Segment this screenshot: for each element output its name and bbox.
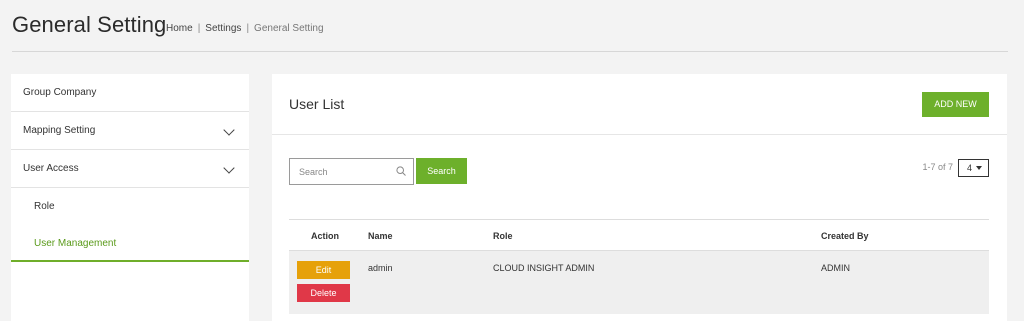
chevron-down-icon: [223, 162, 235, 174]
page-size-value: 4: [967, 163, 973, 173]
page-title: General Setting: [12, 12, 167, 37]
column-header-action: Action: [311, 231, 339, 241]
user-table: Action Name Role Created By Edit Delete …: [289, 219, 989, 314]
sidebar-item-mapping-setting[interactable]: Mapping Setting: [11, 112, 249, 150]
column-header-role: Role: [493, 231, 513, 241]
search-button[interactable]: Search: [416, 158, 467, 184]
column-header-created-by: Created By: [821, 231, 869, 241]
chevron-down-icon: [223, 124, 235, 136]
breadcrumb-settings[interactable]: Settings: [205, 23, 241, 34]
table-row: Edit Delete admin CLOUD INSIGHT ADMIN AD…: [289, 251, 989, 314]
cell-created-by: ADMIN: [821, 263, 850, 273]
page-header: General Setting Home | Settings | General Se…: [12, 0, 1008, 52]
add-new-button[interactable]: ADD NEW: [922, 92, 989, 117]
breadcrumb-separator: |: [197, 23, 201, 34]
sidebar-item-label: Mapping Setting: [23, 125, 96, 136]
cell-name: admin: [368, 263, 393, 273]
page-size-select[interactable]: 4: [958, 159, 989, 177]
caret-down-icon: [976, 166, 982, 170]
breadcrumb-current: General Setting: [254, 23, 324, 34]
sidebar-item-user-access[interactable]: User Access: [11, 150, 249, 188]
panel-title: User List: [289, 96, 345, 112]
breadcrumb-separator: |: [246, 23, 250, 34]
sidebar-item-label: User Access: [23, 163, 79, 174]
sidebar-item-label: Group Company: [23, 87, 97, 98]
panel-header: User List ADD NEW: [272, 74, 1007, 135]
user-list-panel: User List ADD NEW Search 1-7 of 7 4 Acti…: [272, 74, 1007, 321]
breadcrumb: Home | Settings | General Setting: [166, 23, 324, 34]
search-input[interactable]: [290, 159, 390, 184]
table-header: Action Name Role Created By: [289, 219, 989, 251]
sidebar-item-group-company[interactable]: Group Company: [11, 74, 249, 112]
edit-button[interactable]: Edit: [297, 261, 350, 279]
sidebar: Group Company Mapping Setting User Acces…: [11, 74, 249, 321]
delete-button[interactable]: Delete: [297, 284, 350, 302]
sidebar-subitem-user-management[interactable]: User Management: [11, 225, 249, 262]
sidebar-subitem-role[interactable]: Role: [11, 188, 249, 225]
search-icon: [396, 166, 406, 176]
column-header-name: Name: [368, 231, 393, 241]
breadcrumb-home[interactable]: Home: [166, 23, 193, 34]
pagination-summary: 1-7 of 7: [922, 162, 953, 172]
search-field: [289, 158, 414, 185]
cell-role: CLOUD INSIGHT ADMIN: [493, 263, 595, 273]
